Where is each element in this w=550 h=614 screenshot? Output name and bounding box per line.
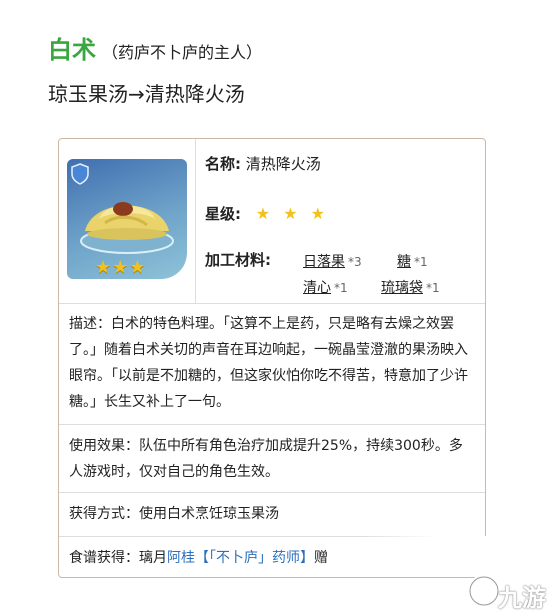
rarity-row: 星级: ★ ★ ★ <box>205 203 329 224</box>
material-name[interactable]: 日落果 <box>303 254 345 270</box>
material-item[interactable]: 清心 *1 <box>303 277 348 297</box>
item-icon-cell: ★★★ <box>59 139 196 303</box>
name-label: 名称: <box>205 155 241 173</box>
material-qty: *1 <box>426 281 440 295</box>
material-name[interactable]: 糖 <box>397 254 411 270</box>
material-item[interactable]: 糖 *1 <box>397 251 428 271</box>
material-qty: *1 <box>414 255 428 269</box>
material-item[interactable]: 日落果 *3 <box>303 251 362 271</box>
recipe-conversion: 琼玉果汤→清热降火汤 <box>48 82 245 106</box>
material-name[interactable]: 清心 <box>303 280 331 296</box>
material-item[interactable]: 琉璃袋 *1 <box>381 277 440 297</box>
character-heading: 白术 （药庐不卜庐的主人） <box>48 30 262 65</box>
watermark-text: 九游 <box>498 584 546 612</box>
description-text: 描述：白术的特色料理。「这算不上是药，只是略有去燥之效罢了。」随着白术关切的声音… <box>59 303 485 425</box>
recipe-source-prefix: 食谱获得：璃月 <box>69 550 167 566</box>
name-row: 名称: 清热降火汤 <box>205 153 321 174</box>
rarity-label: 星级: <box>205 205 241 223</box>
materials-label: 加工材料: <box>205 251 271 269</box>
name-value: 清热降火汤 <box>245 155 321 173</box>
materials-row: 加工材料: <box>205 249 271 270</box>
dish-image: ★★★ <box>67 159 187 279</box>
npc-link[interactable]: 阿桂【「不卜庐」药师】 <box>167 550 314 566</box>
rarity-stars: ★ ★ ★ <box>255 204 329 223</box>
item-card: ★★★ 名称: 清热降火汤 星级: ★ ★ ★ 加工材料: 日落果 *3 糖 *1 … <box>58 138 486 578</box>
character-subtitle: （药庐不卜庐的主人） <box>102 43 263 62</box>
character-name: 白术 <box>48 36 96 64</box>
icon-rarity-stars: ★★★ <box>95 257 147 278</box>
item-card-header: ★★★ 名称: 清热降火汤 星级: ★ ★ ★ 加工材料: 日落果 *3 糖 *1 … <box>59 139 485 304</box>
material-qty: *3 <box>348 255 362 269</box>
material-name[interactable]: 琉璃袋 <box>381 280 423 296</box>
effect-text: 使用效果：队伍中所有角色治疗加成提升25%，持续300秒。多人游戏时，仅对自己的… <box>59 425 485 493</box>
material-qty: *1 <box>334 281 348 295</box>
obtain-method-text: 获得方式：使用白术烹饪琼玉果汤 <box>59 493 485 537</box>
soup-bowl-icon <box>80 202 174 254</box>
recipe-source-suffix: 赠 <box>314 550 328 566</box>
